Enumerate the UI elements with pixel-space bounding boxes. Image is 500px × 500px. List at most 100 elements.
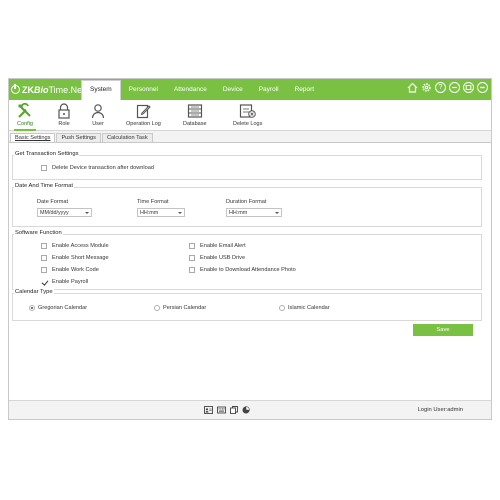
database-icon: [187, 101, 203, 119]
duration-format-label: Duration Format: [226, 199, 267, 205]
nav-system[interactable]: System: [81, 80, 121, 100]
enable-email-alert-checkbox[interactable]: Enable Email Alert: [189, 243, 246, 249]
login-user-status: Login User:admin: [417, 407, 463, 413]
software-function-title: Software Function: [14, 230, 63, 236]
radio-dot: [29, 305, 35, 311]
checkbox-box: [189, 267, 195, 273]
gear-icon[interactable]: [421, 82, 432, 93]
enable-download-photo-checkbox[interactable]: Enable to Download Attendance Photo: [189, 267, 296, 273]
toolbar-role[interactable]: Role: [57, 101, 71, 130]
close-icon[interactable]: [477, 82, 488, 93]
basic-settings-panel: Get Transaction Settings Delete Device t…: [9, 142, 491, 400]
app-window: ZK Bio Time.Net System Personnel Attendanc…: [8, 78, 492, 420]
help-icon[interactable]: ?: [435, 82, 446, 93]
enable-access-module-checkbox[interactable]: Enable Access Module: [41, 243, 109, 249]
radio-dot: [154, 305, 160, 311]
calendar-type-title: Calendar Type: [14, 289, 54, 295]
home-icon[interactable]: [407, 82, 418, 93]
nav-device[interactable]: Device: [215, 80, 251, 100]
enable-work-code-label: Enable Work Code: [52, 267, 99, 273]
logo-bio: Bio: [34, 84, 49, 95]
chevron-down-icon: [178, 212, 182, 214]
duration-format-select[interactable]: HH:mm: [226, 208, 282, 217]
enable-download-photo-label: Enable to Download Attendance Photo: [200, 267, 296, 273]
toolbar-delete-logs[interactable]: Delete Logs: [233, 101, 262, 130]
persian-calendar-label: Persian Calendar: [163, 305, 207, 311]
logo-time-net: Time.Net: [48, 84, 85, 95]
enable-payroll-checkbox[interactable]: Enable Payroll: [41, 279, 88, 285]
delete-transaction-checkbox[interactable]: Delete Device transaction after download: [41, 165, 154, 171]
toolbar-delete-logs-label: Delete Logs: [233, 121, 263, 127]
window-controls: ?: [407, 82, 488, 93]
checkbox-box: [189, 255, 195, 261]
copy-icon[interactable]: [230, 406, 238, 416]
app-logo: ZK Bio Time.Net: [11, 83, 85, 96]
time-format-label: Time Format: [137, 199, 169, 205]
keyboard-icon[interactable]: [217, 406, 226, 416]
delete-transaction-box: [41, 165, 47, 171]
delete-transaction-label: Delete Device transaction after download: [52, 165, 154, 171]
radio-dot: [279, 305, 285, 311]
enable-email-alert-label: Enable Email Alert: [200, 243, 246, 249]
status-icons: [204, 406, 250, 416]
title-bar: ZK Bio Time.Net System Personnel Attendanc…: [9, 79, 491, 100]
maximize-icon[interactable]: [463, 82, 474, 93]
power-logo-icon: [11, 84, 20, 94]
toolbar-operation-log[interactable]: Operation Log: [126, 101, 161, 130]
date-format-select[interactable]: MM/dd/yyyy: [37, 208, 92, 217]
enable-usb-drive-label: Enable USB Drive: [200, 255, 246, 261]
nav-report[interactable]: Report: [287, 80, 323, 100]
edit-log-icon: [136, 101, 151, 119]
enable-usb-drive-checkbox[interactable]: Enable USB Drive: [189, 255, 245, 261]
checkbox-box: [189, 243, 195, 249]
time-format-value: HH:mm: [140, 210, 159, 216]
toolbar-config[interactable]: Config: [14, 101, 36, 131]
persian-calendar-radio[interactable]: Persian Calendar: [154, 305, 206, 311]
chevron-down-icon: [275, 212, 279, 214]
enable-short-message-label: Enable Short Message: [52, 255, 109, 261]
save-button[interactable]: Save: [413, 324, 473, 336]
calendar-type-group: Calendar Type Gregorian Calendar Persian…: [12, 289, 482, 321]
chevron-down-icon: [85, 212, 89, 214]
software-function-group: Software Function Enable Access Module E…: [12, 230, 482, 290]
enable-payroll-label: Enable Payroll: [52, 279, 89, 285]
user-icon: [91, 101, 105, 119]
toolbar-user-label: User: [92, 121, 104, 127]
delete-logs-icon: [239, 101, 257, 119]
date-format-value: MM/dd/yyyy: [40, 210, 69, 216]
nav-attendance[interactable]: Attendance: [166, 80, 215, 100]
toolbar-database-label: Database: [183, 121, 207, 127]
date-time-format-title: Date And Time Format: [14, 183, 74, 189]
top-nav: System Personnel Attendance Device Payro…: [81, 80, 322, 100]
gregorian-calendar-radio[interactable]: Gregorian Calendar: [29, 305, 87, 311]
pie-chart-icon[interactable]: [242, 406, 250, 416]
duration-format-value: HH:mm: [229, 210, 248, 216]
nav-personnel[interactable]: Personnel: [121, 80, 166, 100]
enable-work-code-checkbox[interactable]: Enable Work Code: [41, 267, 99, 273]
nav-payroll[interactable]: Payroll: [251, 80, 287, 100]
system-toolbar: Config Role User Operation Log Database: [9, 100, 491, 131]
transaction-settings-group: Get Transaction Settings Delete Device t…: [12, 151, 482, 180]
islamic-calendar-radio[interactable]: Islamic Calendar: [279, 305, 330, 311]
toolbar-user[interactable]: User: [91, 101, 105, 130]
toolbar-operation-log-label: Operation Log: [126, 121, 161, 127]
minimize-icon[interactable]: [449, 82, 460, 93]
transaction-settings-title: Get Transaction Settings: [14, 151, 80, 157]
toolbar-database[interactable]: Database: [183, 101, 207, 130]
checkmark-icon: [41, 279, 47, 285]
logo-zk: ZK: [22, 84, 34, 95]
toolbar-config-label: Config: [17, 121, 33, 127]
toolbar-role-label: Role: [58, 121, 70, 127]
id-card-icon[interactable]: [204, 406, 213, 416]
status-bar: Login User:admin: [9, 400, 491, 419]
config-icon: [17, 101, 33, 119]
islamic-calendar-label: Islamic Calendar: [288, 305, 330, 311]
date-format-label: Date Format: [37, 199, 69, 205]
time-format-select[interactable]: HH:mm: [137, 208, 185, 217]
enable-short-message-checkbox[interactable]: Enable Short Message: [41, 255, 109, 261]
enable-access-module-label: Enable Access Module: [52, 243, 109, 249]
checkbox-box: [41, 243, 47, 249]
checkbox-box: [41, 267, 47, 273]
date-time-format-group: Date And Time Format Date Format MM/dd/y…: [12, 183, 482, 227]
gregorian-calendar-label: Gregorian Calendar: [38, 305, 88, 311]
